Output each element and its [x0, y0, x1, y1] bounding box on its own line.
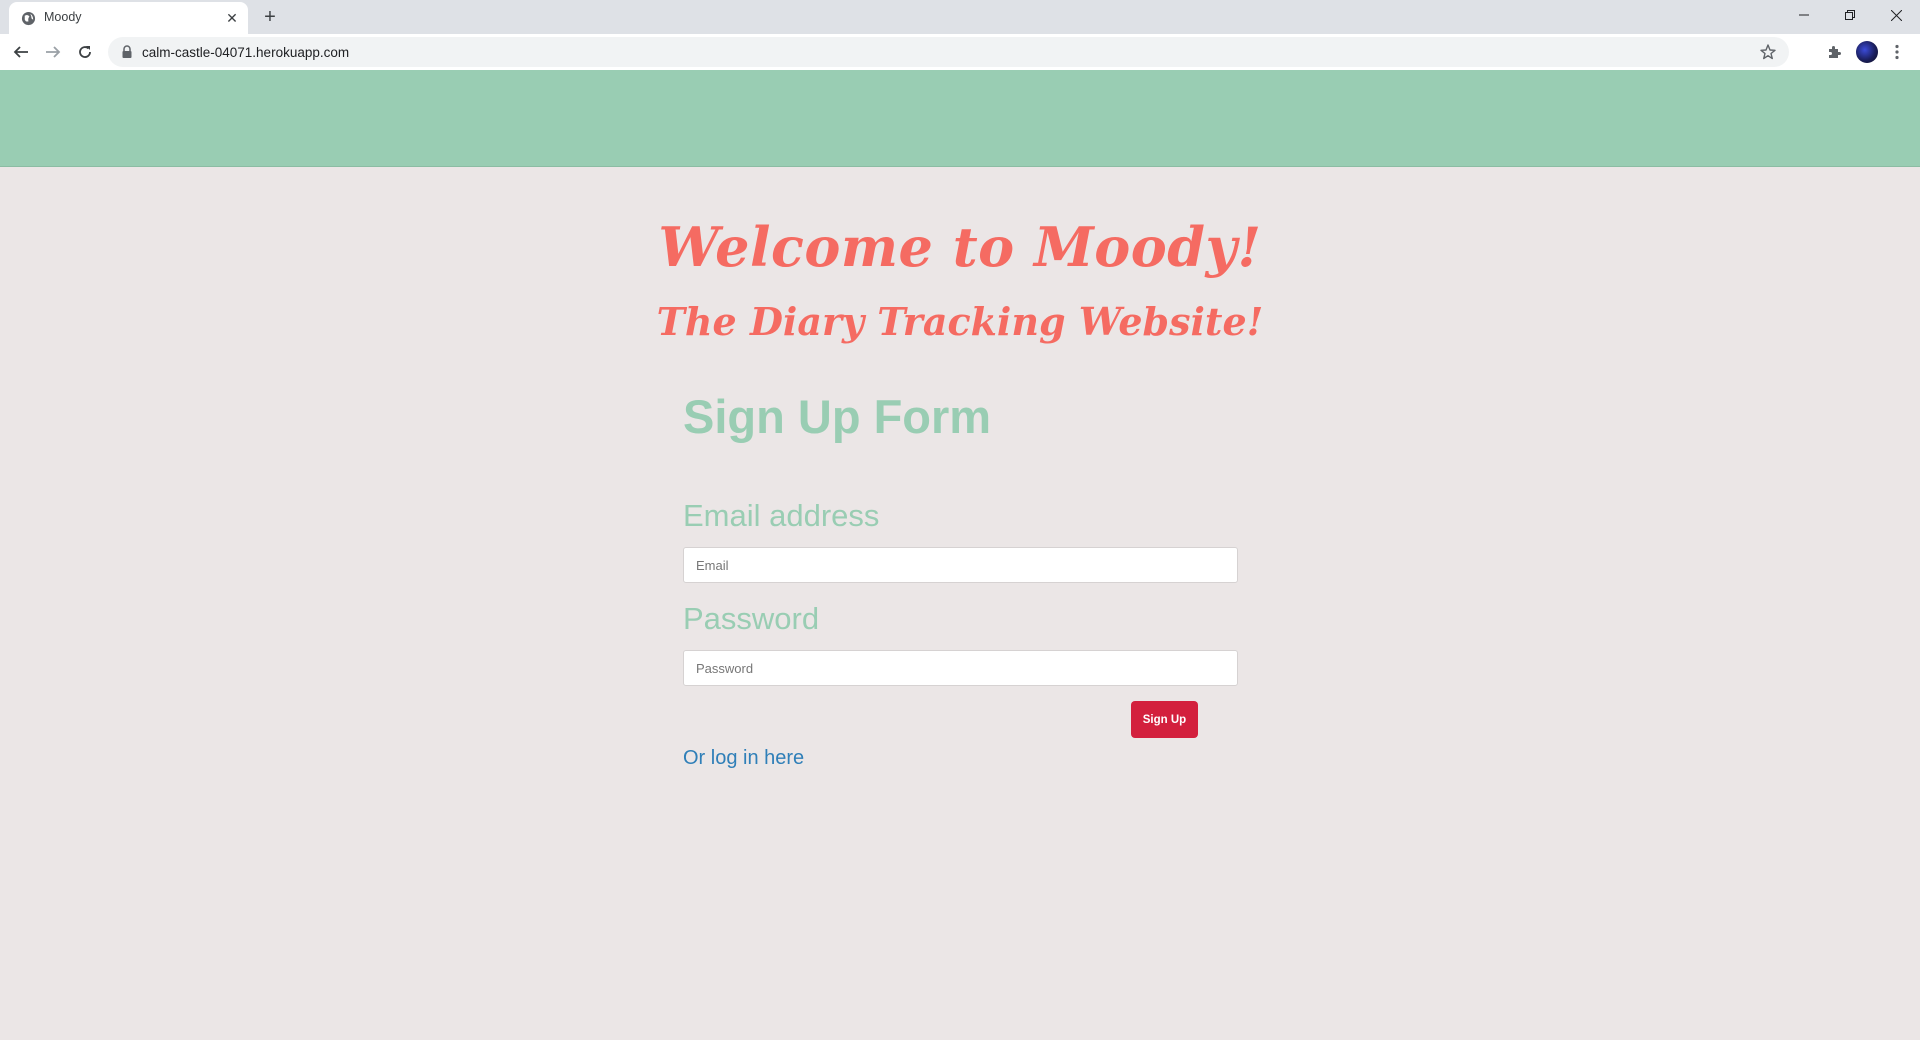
- password-field[interactable]: [683, 650, 1238, 686]
- lock-icon: [122, 45, 132, 58]
- new-tab-button[interactable]: +: [259, 6, 281, 28]
- email-label: Email address: [683, 498, 880, 533]
- reload-icon[interactable]: [72, 39, 98, 65]
- browser-tab[interactable]: Moody ✕: [9, 2, 248, 34]
- extensions-puzzle-icon[interactable]: [1823, 41, 1845, 63]
- profile-avatar[interactable]: [1856, 41, 1878, 63]
- welcome-title: Welcome to Moody!: [658, 215, 1262, 279]
- sign-up-button[interactable]: Sign Up: [1131, 701, 1198, 738]
- forward-arrow-icon[interactable]: [40, 39, 66, 65]
- close-window-icon[interactable]: [1873, 0, 1919, 30]
- restore-icon[interactable]: [1827, 0, 1873, 30]
- welcome-subtitle: The Diary Tracking Website!: [656, 299, 1264, 344]
- bookmark-star-icon[interactable]: [1759, 43, 1777, 61]
- minimize-icon[interactable]: [1781, 0, 1827, 30]
- globe-icon: [21, 11, 36, 26]
- close-tab-icon[interactable]: ✕: [223, 9, 241, 27]
- password-label: Password: [683, 601, 820, 636]
- tab-title: Moody: [44, 10, 82, 24]
- form-title: Sign Up Form: [683, 390, 992, 443]
- url-text: calm-castle-04071.herokuapp.com: [142, 45, 350, 60]
- kebab-menu-icon[interactable]: [1886, 41, 1908, 63]
- browser-tabstrip: Moody ✕ +: [0, 0, 1920, 34]
- back-arrow-icon[interactable]: [8, 39, 34, 65]
- main-content: Welcome to Moody! The Diary Tracking Web…: [0, 167, 1920, 1040]
- login-link[interactable]: Or log in here: [683, 747, 804, 770]
- email-field[interactable]: [683, 547, 1238, 583]
- browser-toolbar: calm-castle-04071.herokuapp.com: [0, 34, 1920, 70]
- site-header-bar: [0, 70, 1920, 167]
- address-bar[interactable]: calm-castle-04071.herokuapp.com: [108, 37, 1789, 67]
